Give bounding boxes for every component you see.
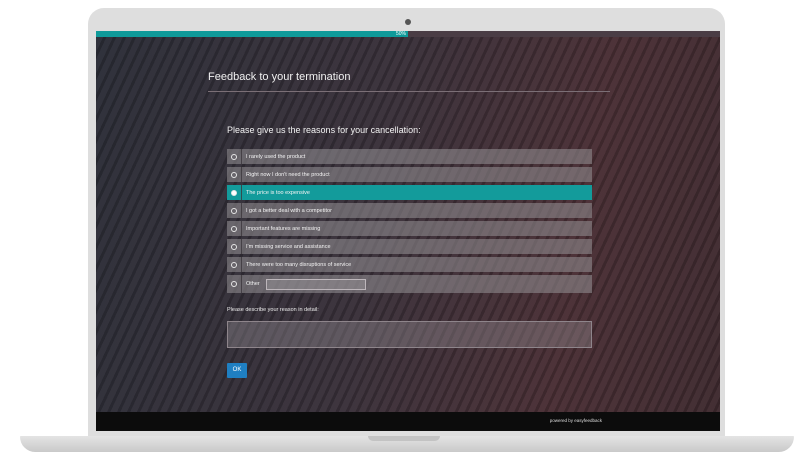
question-text: Please give us the reasons for your canc…	[227, 125, 421, 135]
option-features-missing[interactable]: Important features are missing	[227, 221, 592, 236]
option-other[interactable]: Other	[227, 275, 592, 293]
title-divider	[208, 91, 610, 92]
radio-icon[interactable]	[231, 225, 237, 232]
detail-textarea[interactable]	[227, 321, 592, 348]
radio-icon[interactable]	[231, 153, 237, 160]
detail-label: Please describe your reason in detail:	[227, 307, 319, 313]
survey-screen: 50% Feedback to your termination Please …	[96, 31, 720, 431]
radio-selected-icon[interactable]	[231, 189, 237, 196]
option-better-deal[interactable]: I got a better deal with a competitor	[227, 203, 592, 218]
laptop-notch	[368, 436, 440, 441]
footer: powered by easyfeedback	[96, 412, 720, 431]
option-label: Other	[246, 281, 260, 287]
reason-options: I rarely used the product Right now I do…	[227, 149, 592, 296]
other-input[interactable]	[265, 278, 366, 290]
powered-by-text[interactable]: powered by easyfeedback	[550, 418, 602, 423]
radio-icon[interactable]	[231, 243, 237, 250]
page-title: Feedback to your termination	[208, 71, 351, 83]
option-label: Right now I don't need the product	[246, 171, 330, 178]
radio-icon[interactable]	[231, 261, 237, 268]
radio-icon[interactable]	[231, 171, 237, 178]
webcam-icon	[405, 19, 411, 25]
option-label: The price is too expensive	[246, 189, 310, 196]
option-label: Important features are missing	[246, 225, 321, 232]
option-too-expensive[interactable]: The price is too expensive	[227, 185, 592, 200]
option-missing-service[interactable]: I'm missing service and assistance	[227, 239, 592, 254]
option-label: I'm missing service and assistance	[246, 243, 331, 250]
option-dont-need[interactable]: Right now I don't need the product	[227, 167, 592, 182]
radio-icon[interactable]	[231, 281, 237, 287]
radio-icon[interactable]	[231, 207, 237, 214]
option-label: There were too many disruptions of servi…	[246, 261, 352, 268]
option-disruptions[interactable]: There were too many disruptions of servi…	[227, 257, 592, 272]
option-label: I got a better deal with a competitor	[246, 207, 332, 214]
progress-bar: 50%	[96, 31, 720, 37]
progress-label: 50%	[395, 31, 406, 37]
option-label: I rarely used the product	[246, 153, 306, 160]
ok-button[interactable]: OK	[227, 363, 247, 378]
option-rarely-used[interactable]: I rarely used the product	[227, 149, 592, 164]
